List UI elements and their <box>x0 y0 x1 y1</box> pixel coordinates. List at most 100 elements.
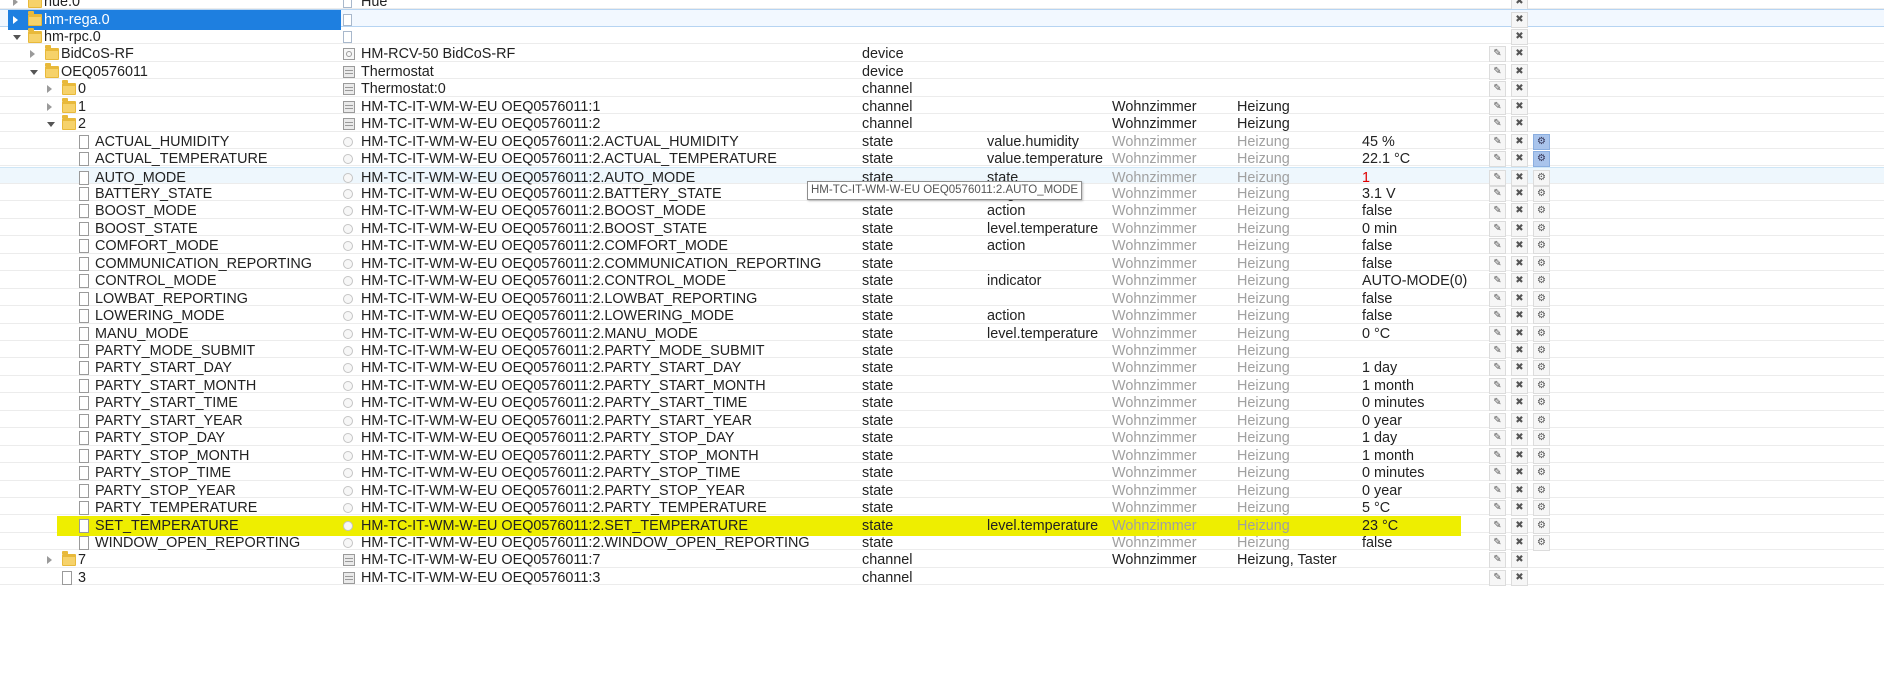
edit-button[interactable]: ✎ <box>1489 116 1506 133</box>
tree-row-boost-state[interactable]: BOOST_STATE HM-TC-IT-WM-W-EU OEQ0576011:2… <box>0 219 1884 237</box>
tree-row-party-start-day[interactable]: PARTY_START_DAY HM-TC-IT-WM-W-EU OEQ05760… <box>0 358 1884 377</box>
edit-button[interactable]: ✎ <box>1489 412 1506 429</box>
tree-row-party-start-time[interactable]: PARTY_START_TIME HM-TC-IT-WM-W-EU OEQ0576… <box>0 393 1884 412</box>
delete-button[interactable]: ✖ <box>1511 343 1528 359</box>
settings-button[interactable]: ⚙ <box>1533 412 1550 429</box>
collapse-toggle-icon[interactable] <box>47 122 55 128</box>
tree-row-party-stop-year[interactable]: PARTY_STOP_YEAR HM-TC-IT-WM-W-EU OEQ05760… <box>0 481 1884 499</box>
delete-button[interactable]: ✖ <box>1511 308 1528 325</box>
edit-button[interactable]: ✎ <box>1489 482 1506 499</box>
delete-button[interactable]: ✖ <box>1511 290 1528 307</box>
tree-row-actual-temperature[interactable]: ACTUAL_TEMPERATURE HM-TC-IT-WM-W-EU OEQ05… <box>0 149 1884 168</box>
delete-button[interactable]: ✖ <box>1511 46 1528 63</box>
tree-row-party-start-year[interactable]: PARTY_START_YEAR HM-TC-IT-WM-W-EU OEQ0576… <box>0 411 1884 429</box>
edit-button[interactable]: ✎ <box>1489 273 1506 290</box>
tree-row-ch-2[interactable]: 2 HM-TC-IT-WM-W-EU OEQ0576011:2 channel Woh… <box>0 114 1884 133</box>
settings-button[interactable]: ⚙ <box>1533 290 1550 307</box>
settings-button[interactable]: ⚙ <box>1533 203 1550 220</box>
edit-button[interactable]: ✎ <box>1489 343 1506 359</box>
tree-row-oeq0576011[interactable]: OEQ0576011 Thermostat device ✎ ✖ <box>0 62 1884 80</box>
delete-button[interactable]: ✖ <box>1511 203 1528 220</box>
edit-button[interactable]: ✎ <box>1489 63 1506 80</box>
tree-row-actual-humidity[interactable]: ACTUAL_HUMIDITY HM-TC-IT-WM-W-EU OEQ05760… <box>0 132 1884 150</box>
settings-button[interactable]: ⚙ <box>1533 465 1550 482</box>
edit-button[interactable]: ✎ <box>1489 377 1506 394</box>
settings-button[interactable]: ⚙ <box>1533 395 1550 412</box>
tree-row-party-start-month[interactable]: PARTY_START_MONTH HM-TC-IT-WM-W-EU OEQ057… <box>0 376 1884 394</box>
delete-button[interactable]: ✖ <box>1511 273 1528 290</box>
tree-row-hm-rega-0[interactable]: hm-rega.0 ✖ <box>0 9 1884 31</box>
settings-button[interactable]: ⚙ <box>1533 482 1550 499</box>
tree-row-bidcos-rf[interactable]: BidCoS-RF HM-RCV-50 BidCoS-RF device ✎ ✖ <box>0 44 1884 63</box>
tree-row-ch-0[interactable]: 0 Thermostat:0 channel ✎ ✖ <box>0 79 1884 98</box>
tree-row-boost-mode[interactable]: BOOST_MODE HM-TC-IT-WM-W-EU OEQ0576011:2.… <box>0 201 1884 220</box>
settings-button[interactable]: ⚙ <box>1533 133 1550 150</box>
settings-button[interactable]: ⚙ <box>1533 500 1550 517</box>
edit-button[interactable]: ✎ <box>1489 133 1506 150</box>
edit-button[interactable]: ✎ <box>1489 290 1506 307</box>
settings-button[interactable]: ⚙ <box>1533 534 1550 551</box>
settings-button[interactable]: ⚙ <box>1533 255 1550 272</box>
edit-button[interactable]: ✎ <box>1489 46 1506 63</box>
delete-button[interactable]: ✖ <box>1511 482 1528 499</box>
edit-button[interactable]: ✎ <box>1489 569 1506 586</box>
delete-button[interactable]: ✖ <box>1511 151 1528 168</box>
delete-button[interactable]: ✖ <box>1511 255 1528 272</box>
edit-button[interactable]: ✎ <box>1489 395 1506 412</box>
edit-button[interactable]: ✎ <box>1489 465 1506 482</box>
settings-button[interactable]: ⚙ <box>1533 220 1550 237</box>
settings-button[interactable]: ⚙ <box>1533 447 1550 464</box>
edit-button[interactable]: ✎ <box>1489 534 1506 551</box>
edit-button[interactable]: ✎ <box>1489 447 1506 464</box>
expand-toggle-icon[interactable] <box>30 50 35 59</box>
settings-button[interactable]: ⚙ <box>1533 151 1550 168</box>
edit-button[interactable]: ✎ <box>1489 360 1506 377</box>
delete-button[interactable]: ✖ <box>1511 534 1528 551</box>
delete-button[interactable]: ✖ <box>1511 430 1528 447</box>
edit-button[interactable]: ✎ <box>1489 185 1506 202</box>
tree-row-lowering-mode[interactable]: LOWERING_MODE HM-TC-IT-WM-W-EU OEQ0576011… <box>0 306 1884 325</box>
edit-button[interactable]: ✎ <box>1489 238 1506 255</box>
edit-button[interactable]: ✎ <box>1489 203 1506 220</box>
expand-toggle-icon[interactable] <box>13 16 18 25</box>
delete-button[interactable]: ✖ <box>1511 63 1528 80</box>
tree-row-communication-reporting[interactable]: COMMUNICATION_REPORTING HM-TC-IT-WM-W-EU … <box>0 254 1884 272</box>
tree-row-hue-0[interactable]: hue.0 Hue ✖ <box>0 0 1884 10</box>
tree-row-manu-mode[interactable]: MANU_MODE HM-TC-IT-WM-W-EU OEQ0576011:2.M… <box>0 324 1884 342</box>
edit-button[interactable]: ✎ <box>1489 552 1506 569</box>
delete-button[interactable]: ✖ <box>1511 569 1528 586</box>
delete-button[interactable]: ✖ <box>1511 28 1528 45</box>
edit-button[interactable]: ✎ <box>1489 255 1506 272</box>
edit-button[interactable]: ✎ <box>1489 325 1506 342</box>
tree-row-set-temperature[interactable]: SET_TEMPERATURE HM-TC-IT-WM-W-EU OEQ05760… <box>0 515 1884 536</box>
settings-button[interactable]: ⚙ <box>1533 517 1550 534</box>
expand-toggle-icon[interactable] <box>47 102 52 111</box>
edit-button[interactable]: ✎ <box>1489 81 1506 98</box>
edit-button[interactable]: ✎ <box>1489 500 1506 517</box>
delete-button[interactable]: ✖ <box>1511 185 1528 202</box>
edit-button[interactable]: ✎ <box>1489 517 1506 534</box>
settings-button[interactable]: ⚙ <box>1533 377 1550 394</box>
tree-row-hm-rpc-0[interactable]: hm-rpc.0 ✖ <box>0 27 1884 45</box>
tree-row-comfort-mode[interactable]: COMFORT_MODE HM-TC-IT-WM-W-EU OEQ0576011:… <box>0 236 1884 255</box>
settings-button[interactable]: ⚙ <box>1533 273 1550 290</box>
delete-button[interactable]: ✖ <box>1511 325 1528 342</box>
edit-button[interactable]: ✎ <box>1489 151 1506 168</box>
delete-button[interactable]: ✖ <box>1511 552 1528 569</box>
delete-button[interactable]: ✖ <box>1511 360 1528 377</box>
collapse-toggle-icon[interactable] <box>30 69 38 75</box>
expand-toggle-icon[interactable] <box>47 556 52 565</box>
settings-button[interactable]: ⚙ <box>1533 238 1550 255</box>
edit-button[interactable]: ✎ <box>1489 430 1506 447</box>
tree-row-party-stop-time[interactable]: PARTY_STOP_TIME HM-TC-IT-WM-W-EU OEQ05760… <box>0 463 1884 482</box>
tree-row-ch-7[interactable]: 7 HM-TC-IT-WM-W-EU OEQ0576011:7 channel Woh… <box>0 550 1884 569</box>
tree-row-party-stop-month[interactable]: PARTY_STOP_MONTH HM-TC-IT-WM-W-EU OEQ0576… <box>0 446 1884 464</box>
delete-button[interactable]: ✖ <box>1511 81 1528 98</box>
edit-button[interactable]: ✎ <box>1489 98 1506 115</box>
settings-button[interactable]: ⚙ <box>1533 343 1550 359</box>
delete-button[interactable]: ✖ <box>1511 517 1528 534</box>
settings-button[interactable]: ⚙ <box>1533 430 1550 447</box>
tree-row-ch-1[interactable]: 1 HM-TC-IT-WM-W-EU OEQ0576011:1 channel Woh… <box>0 97 1884 115</box>
tree-row-party-stop-day[interactable]: PARTY_STOP_DAY HM-TC-IT-WM-W-EU OEQ057601… <box>0 428 1884 447</box>
delete-button[interactable]: ✖ <box>1511 500 1528 517</box>
